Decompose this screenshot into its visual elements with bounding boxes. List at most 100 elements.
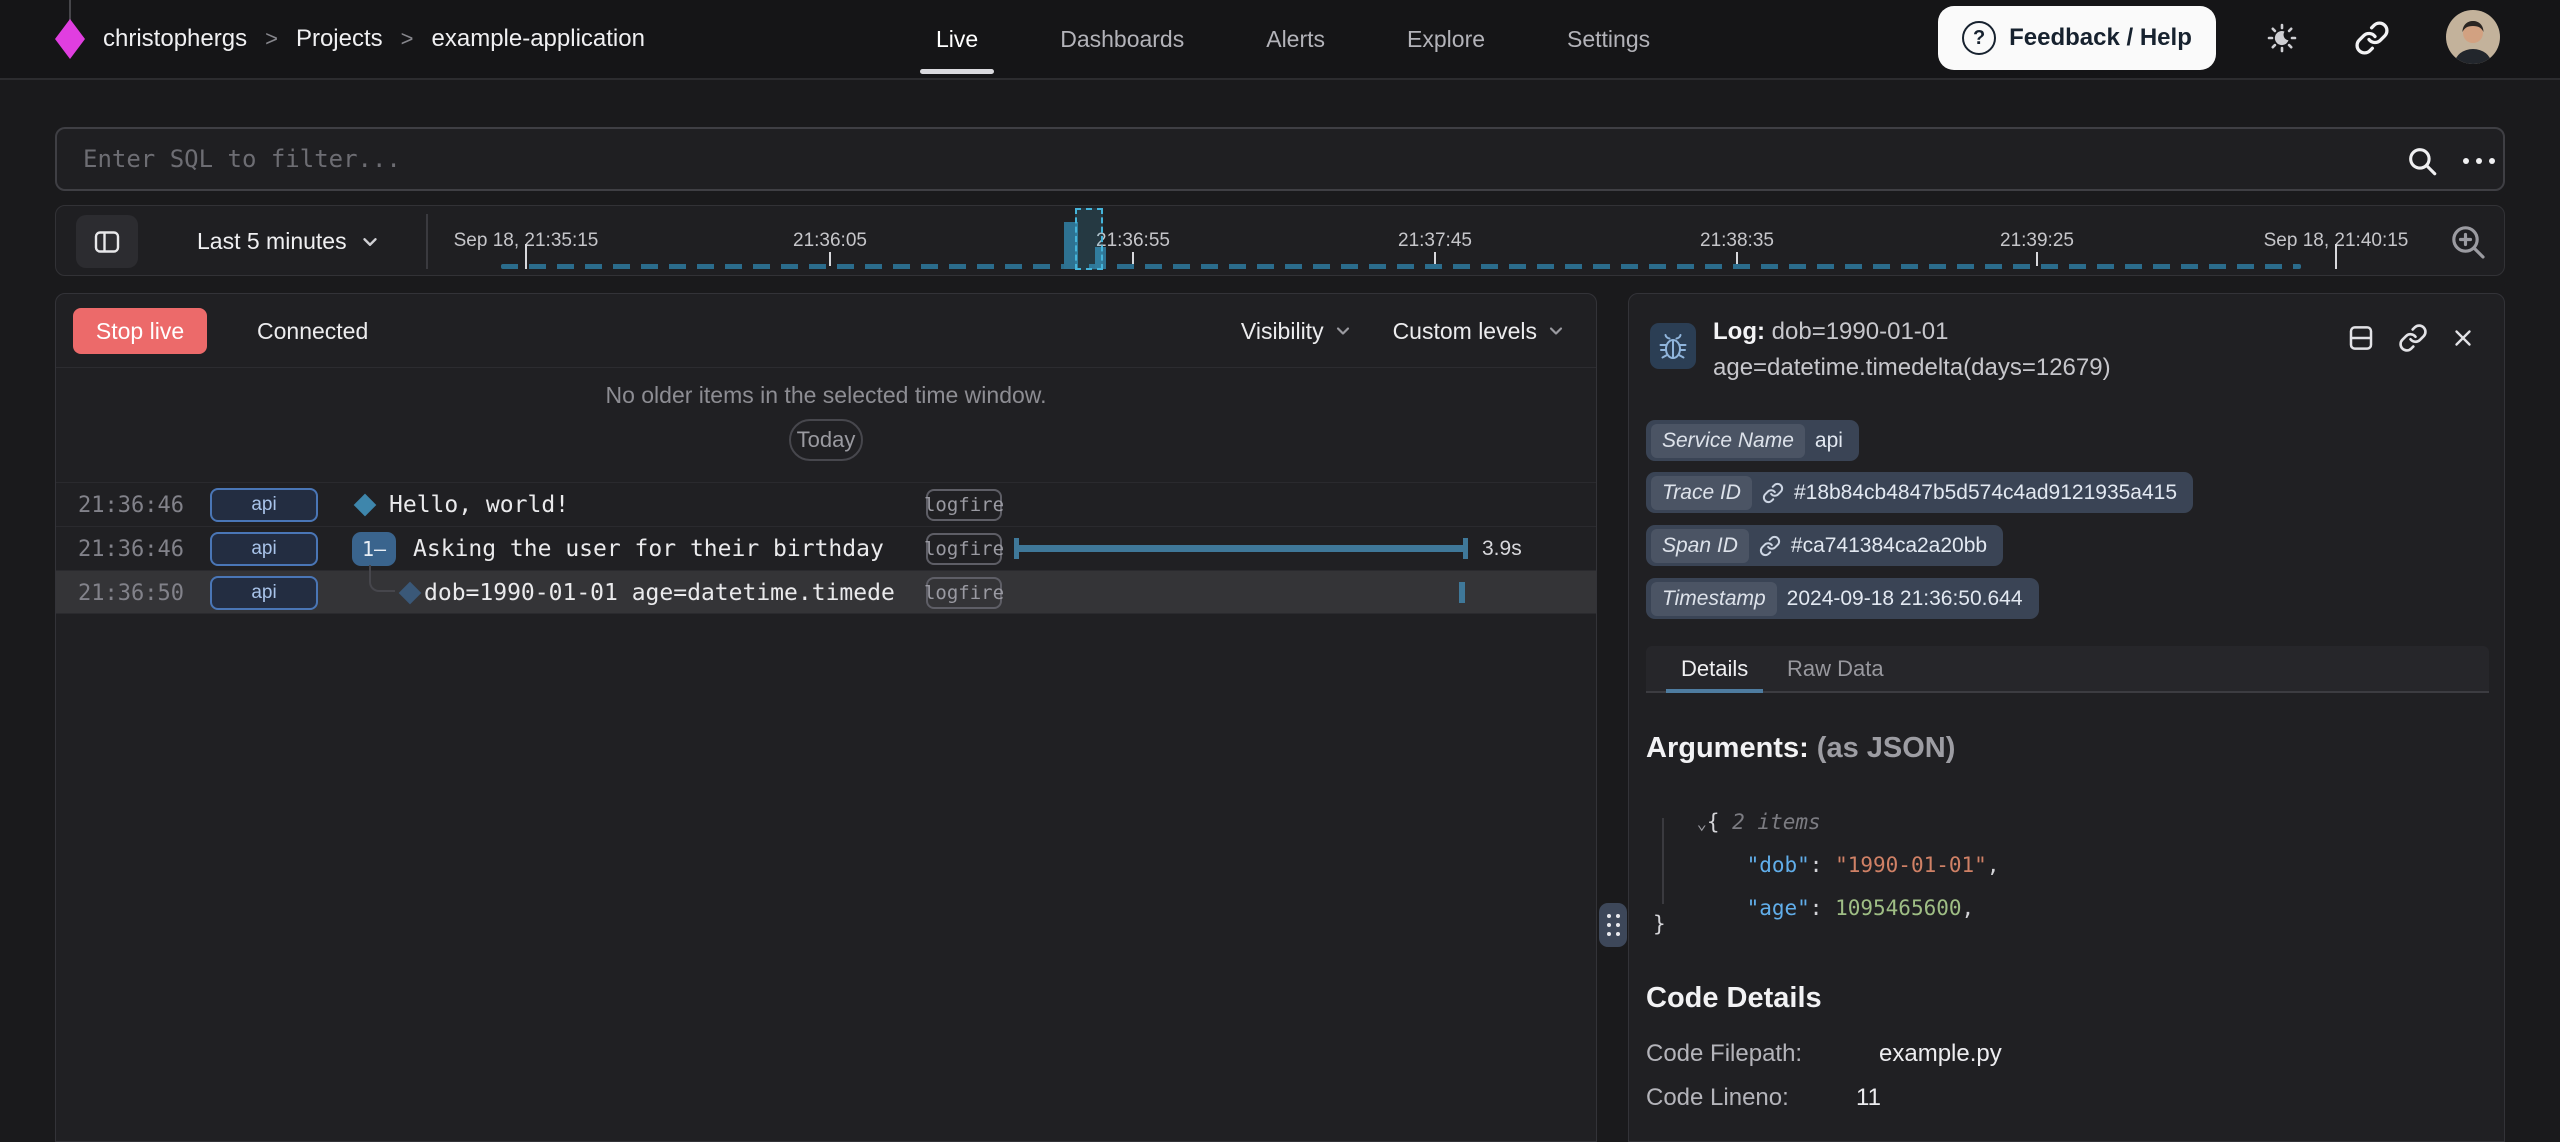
timestamp-chip[interactable]: Timestamp 2024-09-18 21:36:50.644 — [1646, 578, 2039, 619]
live-panel-header: Stop live Connected Visibility Custom le… — [56, 294, 1596, 368]
tab-raw-data[interactable]: Raw Data — [1787, 646, 1884, 691]
breadcrumb-project[interactable]: example-application — [432, 25, 645, 53]
stop-live-button[interactable]: Stop live — [73, 308, 207, 354]
service-badge[interactable]: api — [210, 576, 318, 610]
search-icon[interactable] — [2405, 144, 2439, 178]
split-view-icon[interactable] — [2346, 323, 2376, 353]
log-detail-panel: Log: dob=1990-01-01 age=datetime.timedel… — [1628, 293, 2505, 1142]
link-icon — [1762, 482, 1784, 504]
live-log-panel: Stop live Connected Visibility Custom le… — [55, 293, 1597, 1142]
tab-live[interactable]: Live — [936, 26, 978, 53]
tab-explore[interactable]: Explore — [1407, 26, 1485, 53]
time-range-dropdown[interactable]: Last 5 minutes — [197, 206, 381, 277]
timeline-tick-label: 21:36:05 — [793, 230, 867, 252]
today-button[interactable]: Today — [789, 419, 863, 461]
log-message: Hello, world! — [389, 483, 569, 527]
code-details-heading: Code Details — [1646, 982, 1822, 1015]
service-name-chip[interactable]: Service Name api — [1646, 420, 1859, 461]
span-duration-bar — [1014, 545, 1468, 552]
tab-details[interactable]: Details — [1681, 646, 1748, 691]
detail-tabs: Details Raw Data — [1646, 646, 2489, 693]
service-badge[interactable]: api — [210, 488, 318, 522]
custom-levels-dropdown[interactable]: Custom levels — [1393, 318, 1566, 345]
chevron-down-icon — [359, 231, 381, 253]
json-line: "age": 1095465600, — [1696, 872, 1974, 944]
detail-title-prefix: Log: — [1713, 318, 1765, 345]
detail-title-line1: Log: dob=1990-01-01 — [1713, 318, 1948, 346]
copy-link-icon[interactable] — [2398, 323, 2428, 353]
service-badge[interactable]: api — [210, 532, 318, 566]
breadcrumb: christophergs > Projects > example-appli… — [55, 0, 645, 78]
span-duration-tick — [1459, 582, 1465, 603]
timeline-tick-label: 21:37:45 — [1398, 230, 1472, 252]
breadcrumb-org[interactable]: christophergs — [103, 25, 247, 53]
time-range-bar: Last 5 minutes Sep 18, 21:35:15 21:36:05… — [55, 205, 2505, 276]
sql-filter-input[interactable] — [83, 129, 2383, 189]
visibility-dropdown[interactable]: Visibility — [1241, 318, 1353, 345]
sidebar-toggle-icon[interactable] — [76, 215, 138, 268]
tab-dashboards[interactable]: Dashboards — [1060, 26, 1184, 53]
timeline-tick-label: 21:36:55 — [1096, 230, 1170, 252]
user-avatar[interactable] — [2446, 10, 2500, 64]
trace-id-chip[interactable]: Trace ID #18b84cb4847b5d574c4ad9121935a4… — [1646, 472, 2193, 513]
chip-value: 2024-09-18 21:36:50.644 — [1787, 587, 2023, 611]
code-lineno-value: 11 — [1856, 1084, 1881, 1112]
chip-label: Timestamp — [1651, 582, 1777, 616]
sql-filter-bar — [55, 127, 2505, 191]
top-nav: christophergs > Projects > example-appli… — [0, 0, 2560, 80]
span-children-badge[interactable]: 1– — [352, 532, 396, 566]
close-icon[interactable] — [2450, 323, 2480, 353]
feedback-help-label: Feedback / Help — [2009, 24, 2192, 52]
custom-levels-label: Custom levels — [1393, 318, 1537, 345]
json-close-line: } — [1653, 912, 1666, 936]
theme-toggle-icon[interactable] — [2264, 20, 2300, 56]
chip-value: #ca741384ca2a20bb — [1791, 534, 1987, 558]
code-filepath-label: Code Filepath: — [1646, 1040, 1802, 1068]
timeline-tick-label: 21:38:35 — [1700, 230, 1774, 252]
breadcrumb-separator: > — [401, 26, 414, 52]
chip-label: Trace ID — [1651, 476, 1752, 510]
detail-title-line2: age=datetime.timedelta(days=12679) — [1713, 354, 2111, 382]
feedback-help-button[interactable]: ? Feedback / Help — [1938, 6, 2216, 70]
json-indent-guide — [1662, 818, 1664, 904]
logfire-tag-badge[interactable]: logfire — [926, 533, 1002, 565]
log-row[interactable]: 21:36:46 api Hello, world! logfire — [56, 482, 1596, 526]
timeline-selection-brush[interactable] — [1075, 208, 1103, 270]
arguments-heading: Arguments: (as JSON) — [1646, 732, 1955, 765]
panel-resize-handle[interactable] — [1599, 903, 1627, 947]
bug-icon — [1650, 323, 1696, 369]
chip-value: api — [1815, 429, 1843, 453]
timeline-axis[interactable] — [501, 264, 2301, 269]
chevron-down-icon — [1333, 321, 1353, 341]
code-lineno-label: Code Lineno: — [1646, 1084, 1789, 1112]
log-diamond-icon — [399, 582, 422, 605]
time-range-label: Last 5 minutes — [197, 228, 347, 255]
filter-more-icon[interactable] — [2457, 151, 2501, 171]
tab-alerts[interactable]: Alerts — [1266, 26, 1325, 53]
log-message: Asking the user for their birthday — [413, 527, 884, 571]
copy-link-icon[interactable] — [2354, 20, 2390, 56]
empty-window-message: No older items in the selected time wind… — [56, 382, 1596, 409]
logfire-tag-badge[interactable]: logfire — [926, 577, 1002, 609]
tab-settings[interactable]: Settings — [1567, 26, 1650, 53]
logfire-logo-icon[interactable] — [55, 19, 85, 59]
breadcrumb-projects[interactable]: Projects — [296, 25, 383, 53]
log-time: 21:36:46 — [78, 483, 184, 527]
divider — [426, 214, 428, 269]
log-row-selected[interactable]: 21:36:50 api dob=1990-01-01 age=datetime… — [56, 570, 1596, 614]
span-id-chip[interactable]: Span ID #ca741384ca2a20bb — [1646, 525, 2003, 566]
log-message: dob=1990-01-01 age=datetime.timede — [424, 571, 895, 615]
log-row[interactable]: 21:36:46 api 1– Asking the user for thei… — [56, 526, 1596, 570]
chip-value: #18b84cb4847b5d574c4ad9121935a415 — [1794, 481, 2177, 505]
code-filepath-value: example.py — [1879, 1040, 2002, 1068]
timeline-zoom-in-icon[interactable] — [2448, 219, 2494, 265]
breadcrumb-separator: > — [265, 26, 278, 52]
visibility-label: Visibility — [1241, 318, 1324, 345]
chevron-down-icon — [1546, 321, 1566, 341]
connection-status: Connected — [257, 294, 368, 368]
chip-label: Span ID — [1651, 529, 1749, 563]
log-diamond-icon — [354, 494, 377, 517]
chip-label: Service Name — [1651, 424, 1805, 458]
logfire-tag-badge[interactable]: logfire — [926, 489, 1002, 521]
timeline-tick — [2335, 244, 2337, 269]
